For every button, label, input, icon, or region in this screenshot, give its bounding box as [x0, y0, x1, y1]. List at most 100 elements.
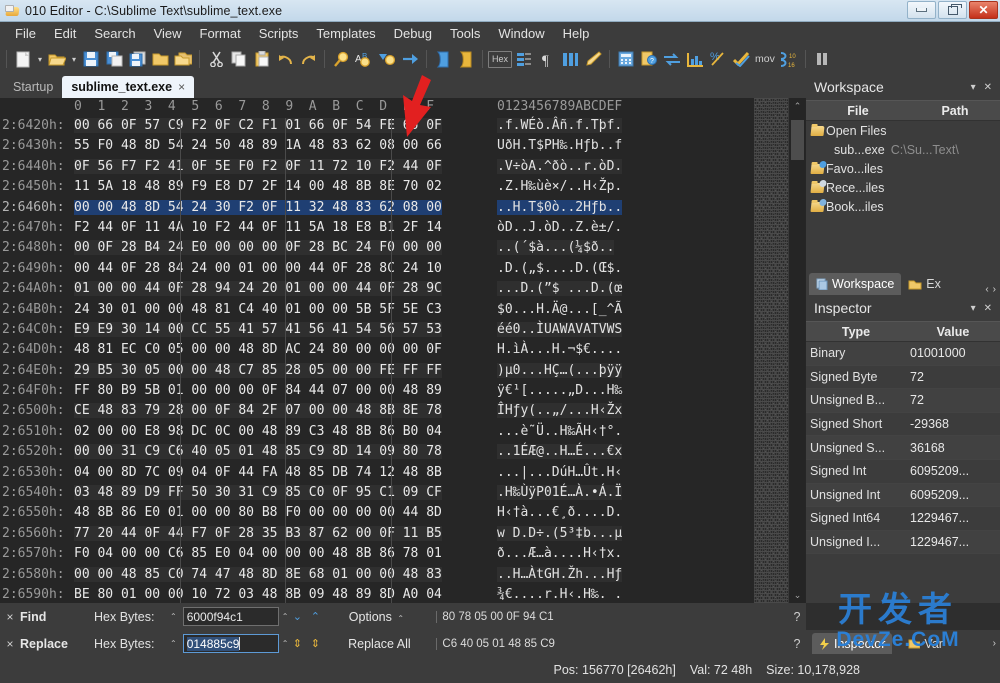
hex-row-bytes[interactable]: 11 5A 18 48 89 F9 E8 D7 2F 14 00 48 8B 8…	[74, 179, 442, 194]
menu-templates[interactable]: Templates	[307, 24, 384, 43]
table-row[interactable]: Unsigned I... 1229467...	[806, 530, 1000, 555]
open-folder-icon[interactable]	[149, 47, 171, 71]
cut-icon[interactable]	[205, 47, 227, 71]
menu-edit[interactable]: Edit	[45, 24, 85, 43]
hex-row-bytes[interactable]: 55 F0 48 8D 54 24 50 48 89 1A 48 83 62 0…	[74, 138, 442, 153]
columns-icon[interactable]	[559, 47, 581, 71]
find-input[interactable]: 6000f94c1	[182, 607, 279, 626]
table-row[interactable]: Unsigned B... 72	[806, 389, 1000, 413]
hex-row-ascii[interactable]: .H‰ÙÿP01É…À.•Á.Ï	[497, 485, 623, 501]
open-file-dropdown-icon[interactable]: ▾	[69, 47, 79, 71]
compare-folder-icon[interactable]	[172, 47, 194, 71]
inspector-menu-icon[interactable]: ▾	[967, 303, 980, 314]
menu-file[interactable]: File	[6, 24, 45, 43]
table-row[interactable]: Signed Int 6095209...	[806, 460, 1000, 484]
hex-row-bytes[interactable]: 00 00 31 C9 C6 40 05 01 48 85 C9 8D 14 0…	[74, 444, 442, 460]
hex-row-bytes[interactable]: 24 30 01 00 00 48 81 C4 40 01 00 00 5B 5…	[74, 302, 442, 317]
hex-editor-view[interactable]: 0 1 2 3 4 5 6 7 8 9 A B C D E F 01234567…	[0, 98, 808, 603]
structure-icon[interactable]	[513, 47, 535, 71]
hex-row-ascii[interactable]: H.ìÀ...H.¬$€....	[497, 342, 622, 357]
replace-next-button[interactable]: ⇕	[288, 637, 306, 650]
menu-format[interactable]: Format	[191, 24, 250, 43]
open-file-icon[interactable]	[46, 47, 68, 71]
hex-row-bytes[interactable]: 00 44 0F 28 84 24 00 01 00 00 44 0F 28 8…	[74, 261, 442, 276]
table-row[interactable]: Binary 01001000	[806, 342, 1000, 366]
menu-view[interactable]: View	[145, 24, 191, 43]
inspector-col-value[interactable]: Value	[906, 322, 1000, 341]
hex-minimap[interactable]	[754, 98, 788, 603]
undo-icon[interactable]	[274, 47, 296, 71]
hex-row[interactable]: 2:6470h: F2 44 0F 11 4A 10 F2 44 0F 11 5A…	[0, 220, 808, 240]
find-history-icon[interactable]: ⌃	[279, 612, 289, 621]
hex-row-bytes[interactable]: 00 00 48 8D 54 24 30 F2 0F 11 32 48 83 6…	[74, 199, 442, 215]
tab-close-icon[interactable]: ×	[178, 80, 185, 94]
hex-row-bytes[interactable]: 00 00 48 85 C0 74 47 48 8D 8E 68 01 00 0…	[74, 566, 442, 582]
histogram-icon[interactable]	[684, 47, 706, 71]
replace-history-icon[interactable]: ⌃	[279, 639, 289, 648]
find-help-icon[interactable]: ?	[788, 610, 806, 624]
hex-row[interactable]: 2:6460h: 00 00 48 8D 54 24 30 F2 0F 11 32…	[0, 199, 808, 220]
find-next-button[interactable]: ⌄	[288, 610, 306, 623]
table-row[interactable]: Unsigned S... 36168	[806, 436, 1000, 460]
hex-row-bytes[interactable]: CE 48 83 79 28 00 0F 84 2F 07 00 00 48 8…	[74, 403, 442, 419]
hex-row[interactable]: 2:6490h: 00 44 0F 28 84 24 00 01 00 00 44…	[0, 261, 808, 281]
hex-row-bytes[interactable]: 48 81 EC C0 05 00 00 48 8D AC 24 80 00 0…	[74, 342, 442, 357]
hex-row-bytes[interactable]: 0F 56 F7 F2 41 0F 5E F0 F2 0F 11 72 10 F…	[74, 158, 442, 174]
list-item[interactable]: Favo...iles	[806, 159, 1000, 178]
hex-row-ascii[interactable]: ...|...DúH…Ût.H‹	[497, 465, 622, 480]
hex-row-ascii[interactable]: )µ0...HÇ…(...þÿÿ	[497, 362, 623, 378]
table-row[interactable]: Signed Short -29368	[806, 413, 1000, 437]
hex-row-ascii[interactable]: éé0..ÌUAWAVATVWS	[497, 321, 623, 337]
hex-row-ascii[interactable]: ð...Æ…à....H‹†x.	[497, 546, 622, 561]
hex-row[interactable]: 2:6530h: 04 00 8D 7C 09 04 0F 44 FA 48 85…	[0, 465, 808, 485]
run-template-icon[interactable]	[455, 47, 477, 71]
hex-row-ascii[interactable]: $0...H.Ä@...[_^Ã	[497, 302, 622, 317]
workspace-menu-icon[interactable]: ▾	[967, 82, 980, 93]
highlight-icon[interactable]	[582, 47, 604, 71]
hex-row-ascii[interactable]: ..(´$à...(¼$ð..	[497, 240, 615, 256]
hex-row-ascii[interactable]: .Z.H‰ùè×/..H‹Žp.	[497, 179, 622, 194]
scrollbar-thumb[interactable]	[791, 120, 804, 160]
list-item[interactable]: sub...exe C:\Su...Text\	[806, 140, 1000, 159]
hex-row-bytes[interactable]: E9 E9 30 14 00 CC 55 41 57 41 56 41 54 5…	[74, 321, 442, 337]
hex-row[interactable]: 2:6520h: 00 00 31 C9 C6 40 05 01 48 85 C9…	[0, 444, 808, 464]
hex-row-ascii[interactable]: ¾€....r.H‹.H‰. .	[497, 587, 622, 602]
dock-tab-next-icon[interactable]: ›	[993, 284, 996, 295]
dock-tab-prev-icon[interactable]: ‹	[985, 284, 988, 295]
hex-row[interactable]: 2:64F0h: FF 80 B9 5B 01 00 00 00 0F 84 44…	[0, 383, 808, 403]
disassemble-label[interactable]: mov	[753, 53, 777, 65]
hex-row-bytes[interactable]: F2 44 0F 11 4A 10 F2 44 0F 11 5A 18 E8 B…	[74, 220, 442, 235]
hex-row-bytes[interactable]: 03 48 89 D9 FF 50 30 31 C9 85 C0 0F 95 C…	[74, 485, 442, 501]
save-as-icon[interactable]	[103, 47, 125, 71]
hex-row-bytes[interactable]: 02 00 00 E8 98 DC 0C 00 48 89 C3 48 8B 8…	[74, 424, 442, 439]
save-all-icon[interactable]	[126, 47, 148, 71]
hex-row-bytes[interactable]: 01 00 00 44 0F 28 94 24 20 01 00 00 44 0…	[74, 281, 442, 297]
table-row[interactable]: Signed Int64 1229467...	[806, 507, 1000, 531]
dock-tab-workspace[interactable]: Workspace	[809, 273, 902, 295]
new-file-icon[interactable]	[12, 47, 34, 71]
hex-row[interactable]: 2:6550h: 48 8B 86 E0 01 00 00 80 B8 F0 00…	[0, 505, 808, 525]
hex-row[interactable]: 2:64A0h: 01 00 00 44 0F 28 94 24 20 01 00…	[0, 281, 808, 301]
hex-row-bytes[interactable]: 00 0F 28 B4 24 E0 00 00 00 0F 28 BC 24 F…	[74, 240, 442, 256]
workspace-col-path[interactable]: Path	[910, 101, 1000, 120]
hex-row[interactable]: 2:64D0h: 48 81 EC C0 05 00 00 48 8D AC 24…	[0, 342, 808, 362]
hex-row-bytes[interactable]: F0 04 00 00 C6 85 E0 04 00 00 00 48 8B 8…	[74, 546, 442, 561]
menu-window[interactable]: Window	[489, 24, 553, 43]
table-row[interactable]: Unsigned Int 6095209...	[806, 483, 1000, 508]
calculator-icon[interactable]	[615, 47, 637, 71]
convert-icon[interactable]	[661, 47, 683, 71]
replace-close-icon[interactable]: ×	[0, 637, 20, 651]
pause-icon[interactable]	[811, 47, 833, 71]
hex-row-ascii[interactable]: ..H.T$0ò..2Hƒb..	[497, 199, 623, 215]
maximize-button[interactable]	[938, 1, 967, 19]
menu-scripts[interactable]: Scripts	[250, 24, 308, 43]
hex-row-bytes[interactable]: 29 B5 30 05 00 00 48 C7 85 28 05 00 00 F…	[74, 362, 442, 378]
replace-input[interactable]: 014885c9	[182, 634, 279, 653]
hex-row[interactable]: 2:6480h: 00 0F 28 B4 24 E0 00 00 00 0F 28…	[0, 240, 808, 260]
menu-search[interactable]: Search	[85, 24, 144, 43]
hex-row-bytes[interactable]: 00 66 0F 57 C9 F2 0F C2 F1 01 66 0F 54 F…	[74, 118, 442, 133]
hex-row-bytes[interactable]: BE 80 01 00 00 10 72 03 48 8B 09 48 89 8…	[74, 587, 442, 602]
hex-row-ascii[interactable]: .V÷òA.^ðò..r.òD.	[497, 158, 623, 174]
hex-row-bytes[interactable]: 04 00 8D 7C 09 04 0F 44 FA 48 85 DB 74 1…	[74, 465, 442, 480]
hex-row[interactable]: 2:6560h: 77 20 44 0F 44 F7 0F 28 35 B3 87…	[0, 525, 808, 546]
